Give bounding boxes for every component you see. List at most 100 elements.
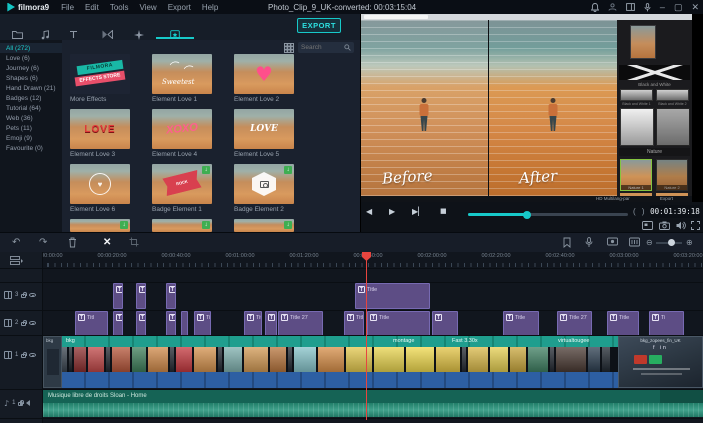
preview-video[interactable]: Before After Black and White Black and W…	[360, 14, 692, 202]
video-clip-start[interactable]: bkg	[43, 336, 62, 388]
lock-icon[interactable]	[21, 352, 28, 358]
seek-bar[interactable]	[468, 210, 628, 219]
element-card[interactable]: LOVE Element Love 3	[70, 109, 130, 158]
element-thumbnail[interactable]: ♥	[234, 54, 294, 94]
element-card[interactable]: ROCK ↓ Badge Element 1	[152, 164, 212, 213]
title-clip[interactable]: TTitl	[75, 311, 108, 337]
title-clip[interactable]: TTitle 2	[344, 311, 364, 337]
track-header-video-1[interactable]: 1	[0, 348, 43, 362]
video-clip-end[interactable]: bkg_zopees_fin_UK f in	[618, 336, 703, 388]
delete-trash-icon[interactable]	[68, 236, 77, 248]
fullscreen-icon[interactable]	[691, 221, 700, 230]
title-clip[interactable]: T Ti	[194, 311, 211, 337]
timeline-zoom-knob[interactable]	[668, 239, 675, 246]
track-header-video-2[interactable]: 2	[0, 316, 43, 330]
element-thumbnail[interactable]: ♥	[70, 164, 130, 204]
element-thumbnail[interactable]: ↓	[234, 164, 294, 204]
element-card[interactable]: FILMORA EFFECTS STORE More Effects	[70, 54, 130, 103]
lock-icon[interactable]	[21, 320, 28, 326]
notification-bell-icon[interactable]	[590, 2, 599, 12]
sidebar-item-tutorial[interactable]: Tutorial (64)	[0, 103, 62, 113]
title-clip[interactable]: T	[166, 311, 176, 337]
timeline-ruler[interactable]: 00:00:00:00 00:00:20:00 00:00:40:00 00:01:0…	[43, 252, 703, 268]
speaker-icon[interactable]	[20, 400, 31, 406]
menu-tools[interactable]: Tools	[110, 3, 129, 12]
download-icon[interactable]: ↓	[202, 166, 210, 174]
track-header-video-3[interactable]: 3	[0, 288, 43, 302]
zoom-in-icon[interactable]: ⊕	[686, 236, 693, 250]
element-card[interactable]: ♥ Element Love 6	[70, 164, 130, 213]
download-icon[interactable]: ↓	[120, 221, 128, 229]
seek-knob[interactable]	[523, 210, 531, 219]
redo-icon[interactable]: ↷	[39, 236, 47, 250]
layout-icon[interactable]	[626, 3, 635, 11]
export-button[interactable]: EXPORT	[297, 18, 341, 33]
undo-icon[interactable]: ↶	[12, 236, 20, 250]
title-clip[interactable]: T	[136, 283, 146, 309]
record-voiceover-mic-icon[interactable]	[585, 236, 593, 248]
element-thumbnail-partial[interactable]: ↓	[234, 219, 294, 232]
video-clip-sequence[interactable]: bkg montage Fast 3.30x virtualtougee	[62, 336, 618, 388]
title-clip[interactable]: TTitl	[244, 311, 262, 337]
title-clip[interactable]: T	[432, 311, 458, 337]
track-header-audio-1[interactable]: ♪ 1	[0, 396, 43, 410]
menu-export[interactable]: Export	[168, 3, 191, 12]
download-icon[interactable]: ↓	[284, 166, 292, 174]
snapshot-camera-icon[interactable]	[659, 221, 670, 230]
element-thumbnail[interactable]: FILMORA EFFECTS STORE	[70, 54, 130, 94]
close-button[interactable]: ✕	[691, 0, 699, 14]
search-input[interactable]	[301, 44, 344, 51]
grid-view-icon[interactable]	[284, 43, 294, 53]
menu-view[interactable]: View	[140, 3, 157, 12]
sidebar-item-favourite[interactable]: Favourite (0)	[0, 143, 62, 153]
title-clip[interactable]: T Title	[607, 311, 639, 337]
sidebar-item-hand[interactable]: Hand Drawn (21)	[0, 83, 62, 93]
element-card[interactable]: ⌒ ⌒ Sweetest Element Love 1	[152, 54, 212, 103]
element-card[interactable]: ♥ Element Love 2	[234, 54, 294, 103]
minimize-button[interactable]: –	[660, 0, 665, 14]
sidebar-item-shapes[interactable]: Shapes (6)	[0, 73, 62, 83]
element-card[interactable]: LOVE Element Love 5	[234, 109, 294, 158]
zoom-out-icon[interactable]: ⊖	[646, 236, 653, 250]
search-box[interactable]	[298, 42, 354, 53]
menu-help[interactable]: Help	[202, 3, 218, 12]
sidebar-item-emoji[interactable]: Emoji (9)	[0, 133, 62, 143]
sidebar-item-badges[interactable]: Badges (12)	[0, 93, 62, 103]
sidebar-item-love[interactable]: Love (6)	[0, 53, 62, 63]
element-thumbnail[interactable]: ROCK ↓	[152, 164, 212, 204]
audio-mixer-icon[interactable]	[629, 236, 640, 247]
title-clip[interactable]: T Title 27	[278, 311, 323, 337]
sidebar-item-journey[interactable]: Journey (6)	[0, 63, 62, 73]
split-scissors-icon[interactable]: ✕	[103, 236, 111, 250]
prev-frame-button[interactable]: ◀	[366, 207, 372, 216]
title-clip[interactable]: T	[113, 311, 123, 337]
title-clip[interactable]: T Title 27	[557, 311, 592, 337]
account-icon[interactable]	[608, 3, 617, 11]
maximize-button[interactable]: ▢	[674, 0, 683, 14]
element-thumbnail[interactable]: LOVE	[70, 109, 130, 149]
visibility-eye-icon[interactable]	[29, 320, 37, 326]
playhead-line[interactable]	[366, 252, 367, 420]
download-icon[interactable]: ↓	[284, 221, 292, 229]
next-frame-button[interactable]: ▶▏	[412, 207, 424, 216]
manage-tracks-icon[interactable]	[10, 256, 23, 267]
element-thumbnail-partial[interactable]: ↓	[70, 219, 130, 232]
element-thumbnail[interactable]: ⌒ ⌒ Sweetest	[152, 54, 212, 94]
title-clip[interactable]	[181, 311, 188, 337]
audio-clip[interactable]: Musique libre de droits Sloan - Home	[43, 390, 703, 417]
element-thumbnail[interactable]: LOVE	[234, 109, 294, 149]
title-clip[interactable]: T	[113, 283, 123, 309]
menu-file[interactable]: File	[61, 3, 74, 12]
lock-icon[interactable]	[21, 292, 28, 298]
stop-button[interactable]: ■	[440, 207, 447, 215]
title-clip[interactable]: T Title	[503, 311, 539, 337]
volume-icon[interactable]	[676, 221, 686, 230]
element-thumbnail-partial[interactable]: ↓	[152, 219, 212, 232]
sidebar-item-all[interactable]: All (272)	[0, 43, 62, 53]
title-clip[interactable]: T	[265, 311, 277, 337]
menu-edit[interactable]: Edit	[85, 3, 99, 12]
element-thumbnail[interactable]: XOXO	[152, 109, 212, 149]
sidebar-item-web[interactable]: Web (36)	[0, 113, 62, 123]
title-clip[interactable]: T Ti	[649, 311, 684, 337]
title-clip[interactable]: T	[136, 311, 146, 337]
